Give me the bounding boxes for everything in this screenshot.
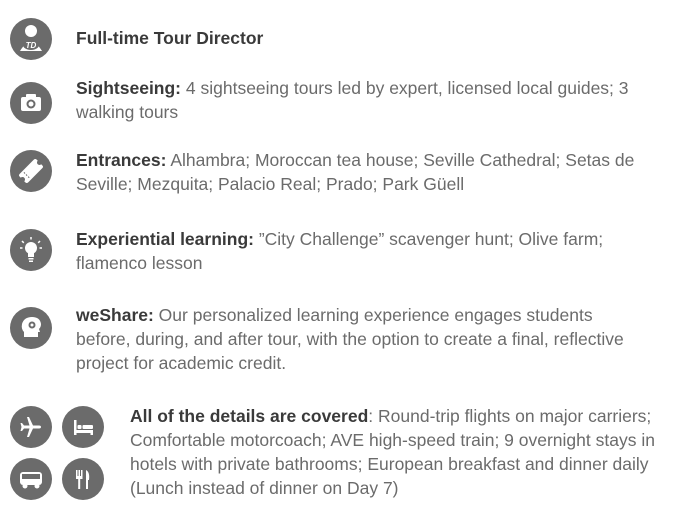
head-icon <box>10 307 52 349</box>
item-title: Sightseeing: <box>76 78 182 98</box>
item-title: Entrances: <box>76 150 167 170</box>
fork-knife-icon <box>62 458 104 500</box>
list-item: Experiential learning: ”City Challenge” … <box>10 227 646 275</box>
list-item-text: Sightseeing: 4 sightseeing tours led by … <box>76 76 646 124</box>
bed-icon <box>62 406 104 448</box>
ticket-icon <box>10 150 52 192</box>
item-title: weShare: <box>76 305 154 325</box>
item-title: Experiential learning: <box>76 229 254 249</box>
list-item: Entrances: Alhambra; Moroccan tea house;… <box>10 148 666 196</box>
badge-text: TD <box>26 41 37 50</box>
list-item: Sightseeing: 4 sightseeing tours led by … <box>10 76 646 124</box>
item-title: Full-time Tour Director <box>76 28 264 48</box>
lightbulb-icon <box>10 229 52 271</box>
details-icon-grid <box>10 406 106 502</box>
bus-icon <box>10 458 52 500</box>
list-item-text: All of the details are covered: Round-tr… <box>130 404 685 500</box>
list-item-text: Full-time Tour Director <box>76 26 636 50</box>
item-body: Our personalized learning experience eng… <box>76 305 624 373</box>
tour-director-icon: TD <box>10 18 52 60</box>
list-item-text: Entrances: Alhambra; Moroccan tea house;… <box>76 148 666 196</box>
list-item-text: weShare: Our personalized learning exper… <box>76 303 636 375</box>
inclusions-list: TD Full-time Tour Director Sightseeing: … <box>0 0 687 510</box>
list-item: TD Full-time Tour Director <box>10 18 636 60</box>
item-title: All of the details are covered <box>130 406 369 426</box>
list-item-text: Experiential learning: ”City Challenge” … <box>76 227 646 275</box>
list-item: weShare: Our personalized learning exper… <box>10 303 636 375</box>
camera-icon <box>10 82 52 124</box>
airplane-icon <box>10 406 52 448</box>
